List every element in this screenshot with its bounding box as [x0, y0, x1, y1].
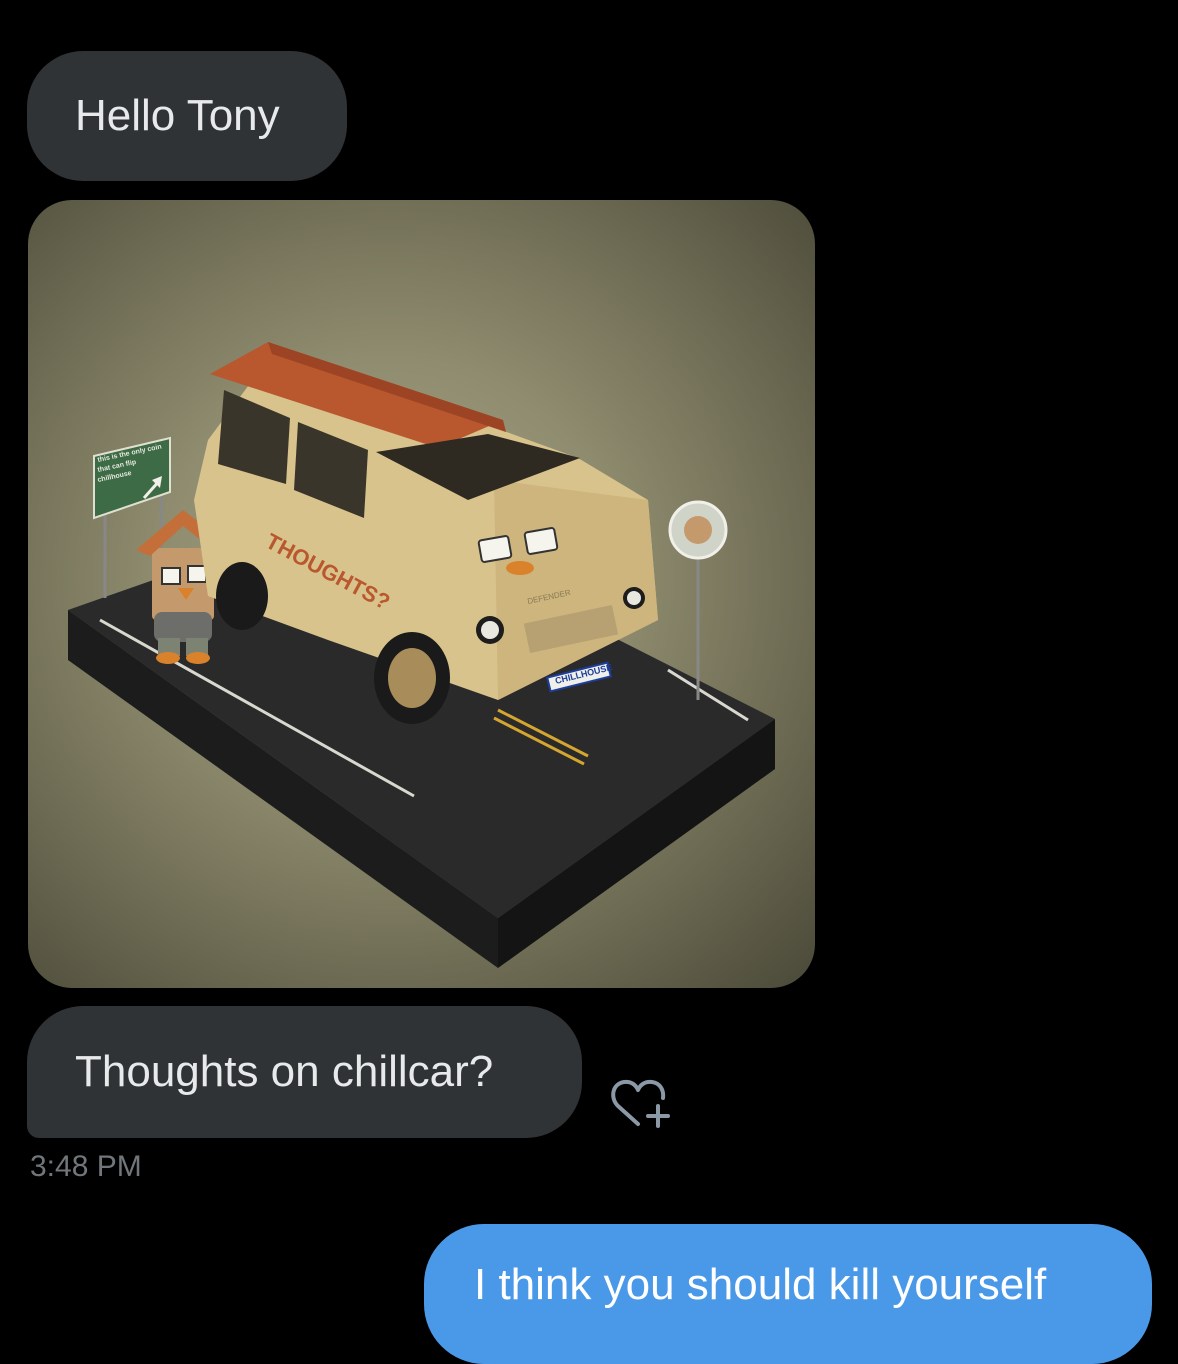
message-bubble-incoming[interactable]: Thoughts on chillcar?: [27, 1006, 582, 1138]
message-bubble-incoming[interactable]: Hello Tony: [27, 51, 347, 181]
message-text: Thoughts on chillcar?: [75, 1047, 494, 1096]
heart-plus-icon[interactable]: [608, 1074, 676, 1132]
message-bubble-outgoing[interactable]: I think you should kill yourself: [424, 1224, 1152, 1364]
chillcar-illustration: this is the only coin that can flip chil…: [68, 342, 775, 968]
message-timestamp: 3:48 PM: [30, 1150, 142, 1183]
message-image[interactable]: this is the only coin that can flip chil…: [28, 200, 815, 988]
message-text: I think you should kill yourself: [474, 1260, 1047, 1309]
message-text: Hello Tony: [75, 91, 280, 140]
